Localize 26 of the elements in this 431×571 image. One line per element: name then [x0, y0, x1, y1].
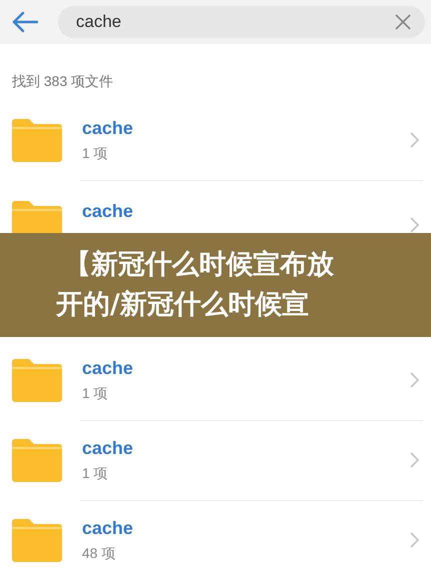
chevron-icon[interactable]: [410, 532, 419, 548]
item-count: 48 项: [82, 544, 116, 563]
chevron-icon[interactable]: [410, 217, 419, 233]
search-field[interactable]: cache: [58, 6, 425, 38]
chevron-icon[interactable]: [410, 372, 419, 388]
chevron-icon[interactable]: [410, 132, 419, 148]
folder-icon: [12, 518, 62, 562]
folder-name[interactable]: cache: [82, 198, 134, 224]
folder-name[interactable]: cache: [82, 515, 134, 541]
folder-icon: [12, 438, 62, 482]
item-count: 1 项: [82, 384, 108, 403]
banner-text: 开的/新冠什么时候宣: [56, 288, 309, 322]
folder-icon: [12, 201, 62, 233]
chevron-icon[interactable]: [410, 452, 419, 468]
folder-icon: [12, 118, 62, 162]
item-count: 1 项: [82, 464, 108, 483]
result-count: 找到 383 项文件: [12, 72, 114, 91]
folder-name[interactable]: cache: [82, 115, 134, 141]
search-text: cache: [76, 11, 122, 34]
folder-icon: [12, 358, 62, 402]
folder-name[interactable]: cache: [82, 435, 134, 461]
item-count: 1 项: [82, 144, 108, 163]
clear-icon[interactable]: [395, 14, 411, 30]
banner-text: 【新冠什么时候宣布放: [64, 248, 334, 282]
back-arrow-icon[interactable]: [12, 11, 38, 33]
folder-name[interactable]: cache: [82, 355, 134, 381]
